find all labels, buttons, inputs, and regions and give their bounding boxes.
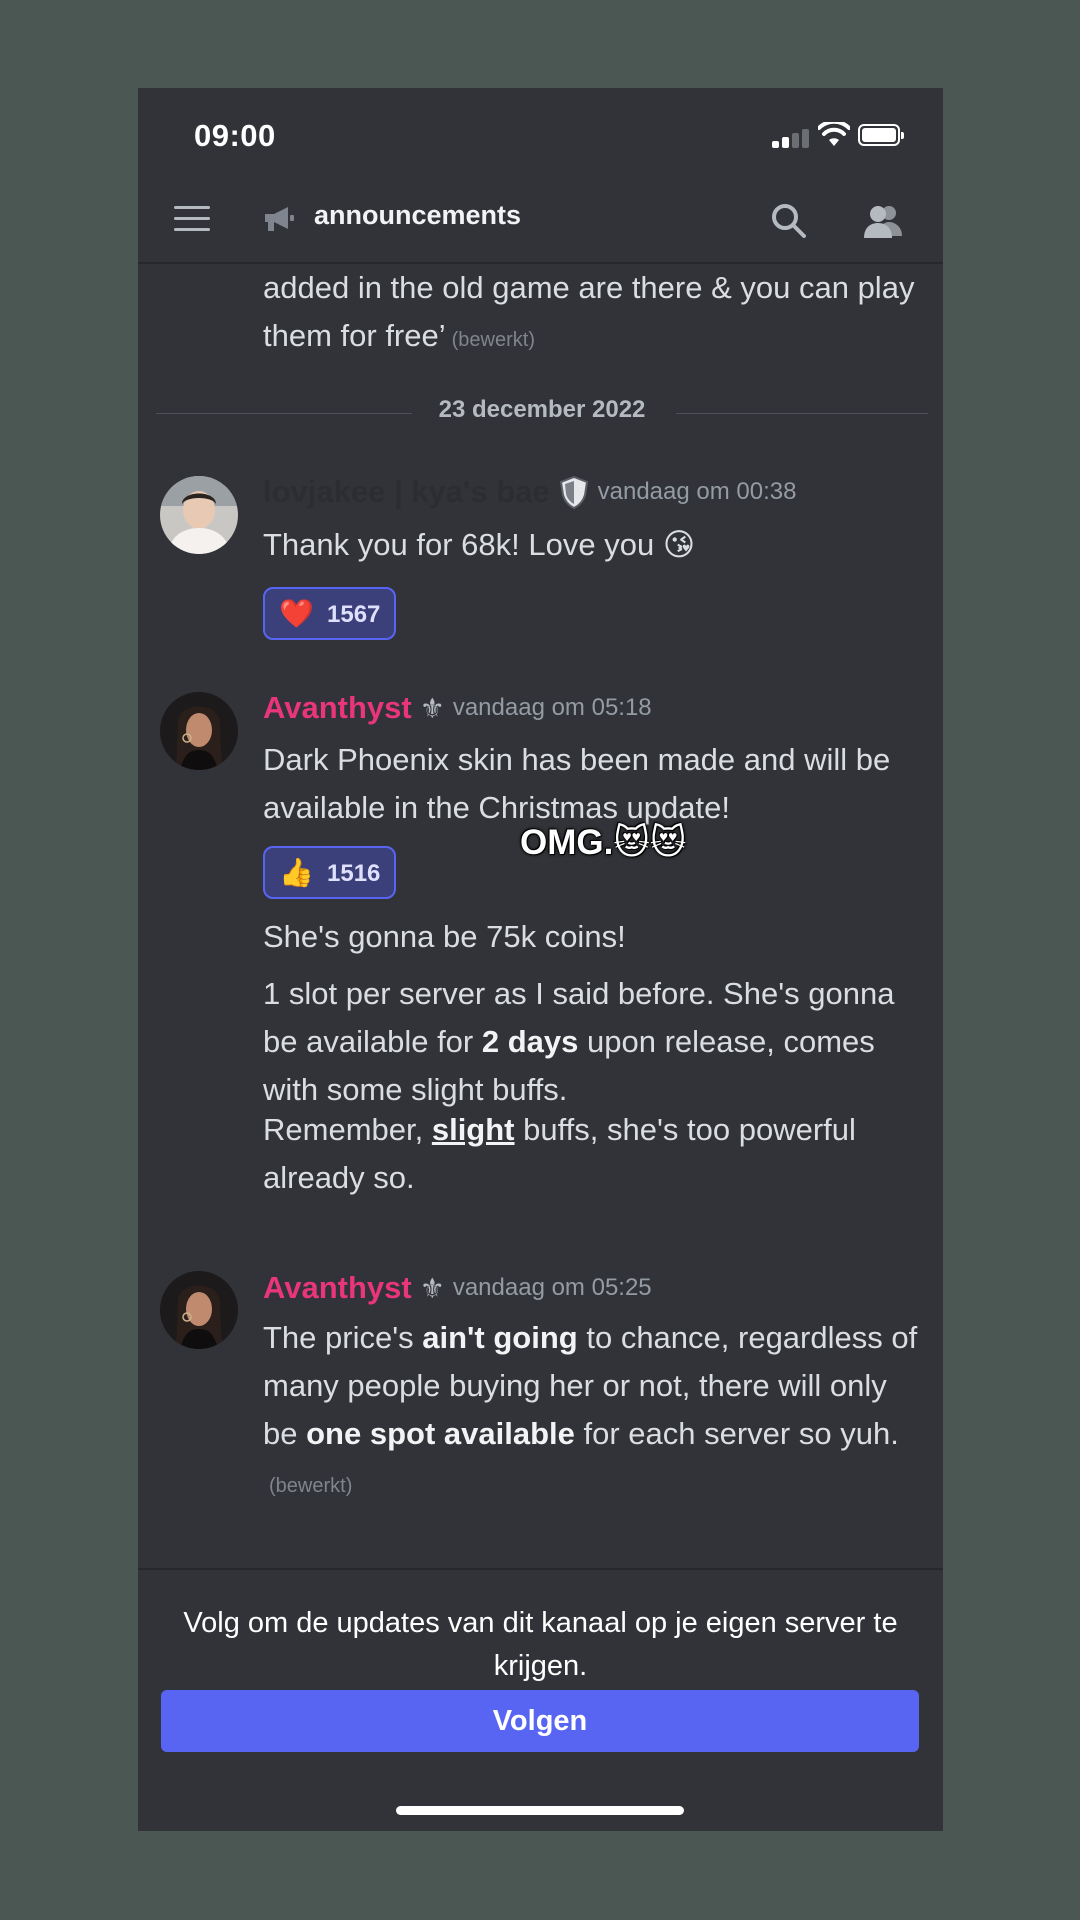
- menu-icon[interactable]: [174, 206, 210, 232]
- reaction-thumbs-up[interactable]: 👍 1516: [263, 846, 396, 899]
- message-header: lovjakee | kya's bae vandaag om 00:38: [263, 474, 796, 514]
- channel-header: announcements: [138, 178, 943, 264]
- members-icon[interactable]: [862, 202, 904, 240]
- caption-overlay: OMG.😻😻: [520, 823, 687, 862]
- message-header: Avanthyst ⚜ vandaag om 05:25: [263, 1270, 652, 1310]
- kiss-emoji: 😘: [662, 527, 696, 562]
- edited-label: (bewerkt): [269, 1475, 353, 1497]
- phone-screen: 09:00 announcements added in the old gam…: [138, 88, 943, 1831]
- search-icon[interactable]: [770, 202, 808, 240]
- channel-name: announcements: [314, 200, 522, 230]
- follow-button[interactable]: Volgen: [161, 1690, 919, 1752]
- author-name[interactable]: Avanthyst: [263, 690, 412, 725]
- author-name[interactable]: Avanthyst: [263, 1270, 412, 1305]
- status-time: 09:00: [194, 118, 276, 153]
- reaction-count: 1567: [327, 601, 381, 628]
- edited-label: (bewerkt): [451, 329, 535, 351]
- date-divider-label: 23 december 2022: [438, 396, 646, 423]
- fleur-de-lis-badge-icon: ⚜: [419, 1272, 445, 1304]
- cellular-signal-icon: [772, 128, 810, 148]
- status-bar: 09:00: [138, 88, 943, 178]
- avatar[interactable]: [160, 476, 238, 554]
- follow-panel: Volg om de updates van dit kanaal op je …: [138, 1568, 943, 1831]
- message-timestamp: vandaag om 00:38: [597, 478, 797, 505]
- author-name[interactable]: lovjakee | kya's bae: [263, 474, 550, 509]
- message-text: Dark Phoenix skin has been made and will…: [263, 742, 891, 825]
- message-text: The price's ain't going to chance, regar…: [263, 1320, 918, 1497]
- thumbs-up-icon: 👍: [279, 857, 314, 888]
- avatar[interactable]: [160, 1271, 238, 1349]
- shield-badge-icon: [559, 475, 588, 509]
- message-text: Remember, slight buffs, she's too powerf…: [263, 1112, 856, 1195]
- follow-description: Volg om de updates van dit kanaal op je …: [183, 1607, 898, 1682]
- battery-icon: [858, 124, 904, 146]
- avatar[interactable]: [160, 692, 238, 770]
- reaction-count: 1516: [327, 860, 381, 887]
- message-text: added in the old game are there & you ca…: [263, 270, 915, 353]
- message-timestamp: vandaag om 05:25: [452, 1274, 652, 1301]
- reaction-heart[interactable]: ❤️ 1567: [263, 587, 396, 640]
- date-divider: 23 december 2022: [156, 396, 928, 430]
- message-timestamp: vandaag om 05:18: [452, 694, 652, 721]
- wifi-icon: [818, 122, 850, 146]
- message-text: Thank you for 68k! Love you 😘: [263, 527, 696, 562]
- fleur-de-lis-badge-icon: ⚜: [419, 692, 445, 724]
- heart-icon: ❤️: [279, 598, 314, 629]
- message-text: 1 slot per server as I said before. She'…: [263, 976, 895, 1107]
- home-indicator[interactable]: [396, 1806, 684, 1815]
- message-header: Avanthyst ⚜ vandaag om 05:18: [263, 690, 652, 730]
- megaphone-icon: [265, 207, 294, 231]
- message-text: She's gonna be 75k coins!: [263, 919, 626, 954]
